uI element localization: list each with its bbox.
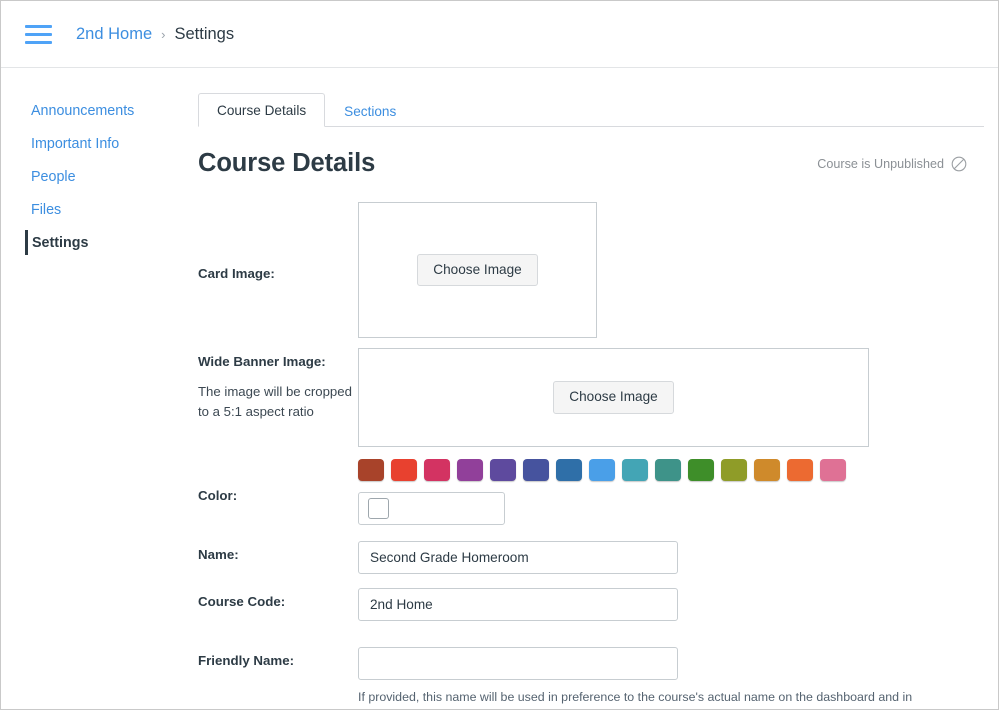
sidebar-item-settings[interactable]: Settings <box>1 226 173 259</box>
color-swatch-2[interactable] <box>391 459 417 481</box>
breadcrumb-separator-icon: › <box>161 26 166 42</box>
color-input[interactable] <box>358 492 505 525</box>
publish-status: Course is Unpublished <box>817 156 972 172</box>
breadcrumb-current: Settings <box>174 24 235 43</box>
sidebar-item-label: Announcements <box>31 102 135 119</box>
color-swatch-13[interactable] <box>754 459 780 481</box>
color-swatch-11[interactable] <box>688 459 714 481</box>
form-row-course-code: Course Code: <box>198 588 972 621</box>
friendly-name-label: Friendly Name: <box>198 653 295 668</box>
breadcrumb: 2nd Home › Settings <box>76 25 234 44</box>
color-swatch-3[interactable] <box>424 459 450 481</box>
course-code-field <box>358 588 972 621</box>
sidebar-item-label: People <box>31 168 76 185</box>
tab-bar: Course Details Sections <box>198 92 984 127</box>
color-swatch-7[interactable] <box>556 459 582 481</box>
banner-image-dropzone[interactable]: Choose Image <box>358 348 869 447</box>
color-swatch-8[interactable] <box>589 459 615 481</box>
main-content: Course Details Sections Course Details C… <box>173 68 998 709</box>
breadcrumb-course-link[interactable]: 2nd Home <box>76 25 152 44</box>
color-preview-swatch <box>368 498 389 519</box>
color-field <box>358 459 972 525</box>
course-code-label: Course Code: <box>198 594 286 609</box>
color-swatch-6[interactable] <box>523 459 549 481</box>
name-field <box>358 541 972 574</box>
color-swatch-15[interactable] <box>820 459 846 481</box>
hamburger-bar <box>25 24 52 28</box>
choose-banner-image-button[interactable]: Choose Image <box>553 381 674 414</box>
course-navigation-sidebar: Announcements Important Info People File… <box>1 68 173 709</box>
color-swatch-10[interactable] <box>655 459 681 481</box>
sidebar-item-important-info[interactable]: Important Info <box>1 127 173 160</box>
body-wrapper: Announcements Important Info People File… <box>1 68 998 709</box>
sidebar-item-files[interactable]: Files <box>1 193 173 226</box>
course-details-panel: Course Details Course is Unpublished Car… <box>173 149 984 709</box>
color-swatch-1[interactable] <box>358 459 384 481</box>
friendly-name-hint: If provided, this name will be used in p… <box>358 690 913 709</box>
color-swatch-4[interactable] <box>457 459 483 481</box>
sidebar-item-label: Files <box>31 201 62 218</box>
tab-course-details[interactable]: Course Details <box>198 93 326 127</box>
color-swatch-14[interactable] <box>787 459 813 481</box>
tab-label: Course Details <box>217 103 307 118</box>
course-code-input[interactable] <box>358 588 678 621</box>
hamburger-bar <box>25 40 52 44</box>
banner-image-field: Choose Image <box>358 348 972 447</box>
friendly-name-field: If provided, this name will be used in p… <box>358 647 972 709</box>
card-image-field: Choose Image <box>358 202 972 338</box>
form-row-card-image: Card Image: Choose Image <box>198 202 972 338</box>
form-row-color: Color: <box>198 459 972 525</box>
circle-slash-icon <box>951 156 967 172</box>
name-label: Name: <box>198 547 239 562</box>
sidebar-item-announcements[interactable]: Announcements <box>1 94 173 127</box>
sidebar-item-label: Important Info <box>31 135 120 152</box>
form-row-friendly-name: Friendly Name: If provided, this name wi… <box>198 647 972 709</box>
page-title: Course Details <box>198 149 376 177</box>
color-swatch-9[interactable] <box>622 459 648 481</box>
app-window: 2nd Home › Settings Announcements Import… <box>0 0 999 710</box>
color-swatch-12[interactable] <box>721 459 747 481</box>
hamburger-bar <box>25 32 52 36</box>
color-swatch-list <box>358 459 972 481</box>
friendly-name-input[interactable] <box>358 647 678 680</box>
course-name-input[interactable] <box>358 541 678 574</box>
title-row: Course Details Course is Unpublished <box>198 149 972 178</box>
card-image-dropzone[interactable]: Choose Image <box>358 202 597 338</box>
banner-image-label-text: Wide Banner Image: <box>198 354 326 369</box>
color-swatch-5[interactable] <box>490 459 516 481</box>
sidebar-item-people[interactable]: People <box>1 160 173 193</box>
banner-image-hint: The image will be cropped to a 5:1 aspec… <box>198 384 352 420</box>
publish-status-label: Course is Unpublished <box>817 156 944 171</box>
choose-card-image-button[interactable]: Choose Image <box>417 253 538 287</box>
card-image-label: Card Image: <box>198 265 275 281</box>
color-label: Color: <box>198 487 238 503</box>
tab-label: Sections <box>344 104 397 119</box>
form-row-banner-image: Wide Banner Image: The image will be cro… <box>198 348 972 447</box>
hamburger-menu-icon[interactable] <box>25 24 52 44</box>
sidebar-item-label: Settings <box>32 234 89 251</box>
tab-sections[interactable]: Sections <box>325 94 415 127</box>
banner-image-label: Wide Banner Image: The image will be cro… <box>198 348 358 423</box>
top-bar: 2nd Home › Settings <box>1 1 998 68</box>
form-row-name: Name: <box>198 541 972 574</box>
